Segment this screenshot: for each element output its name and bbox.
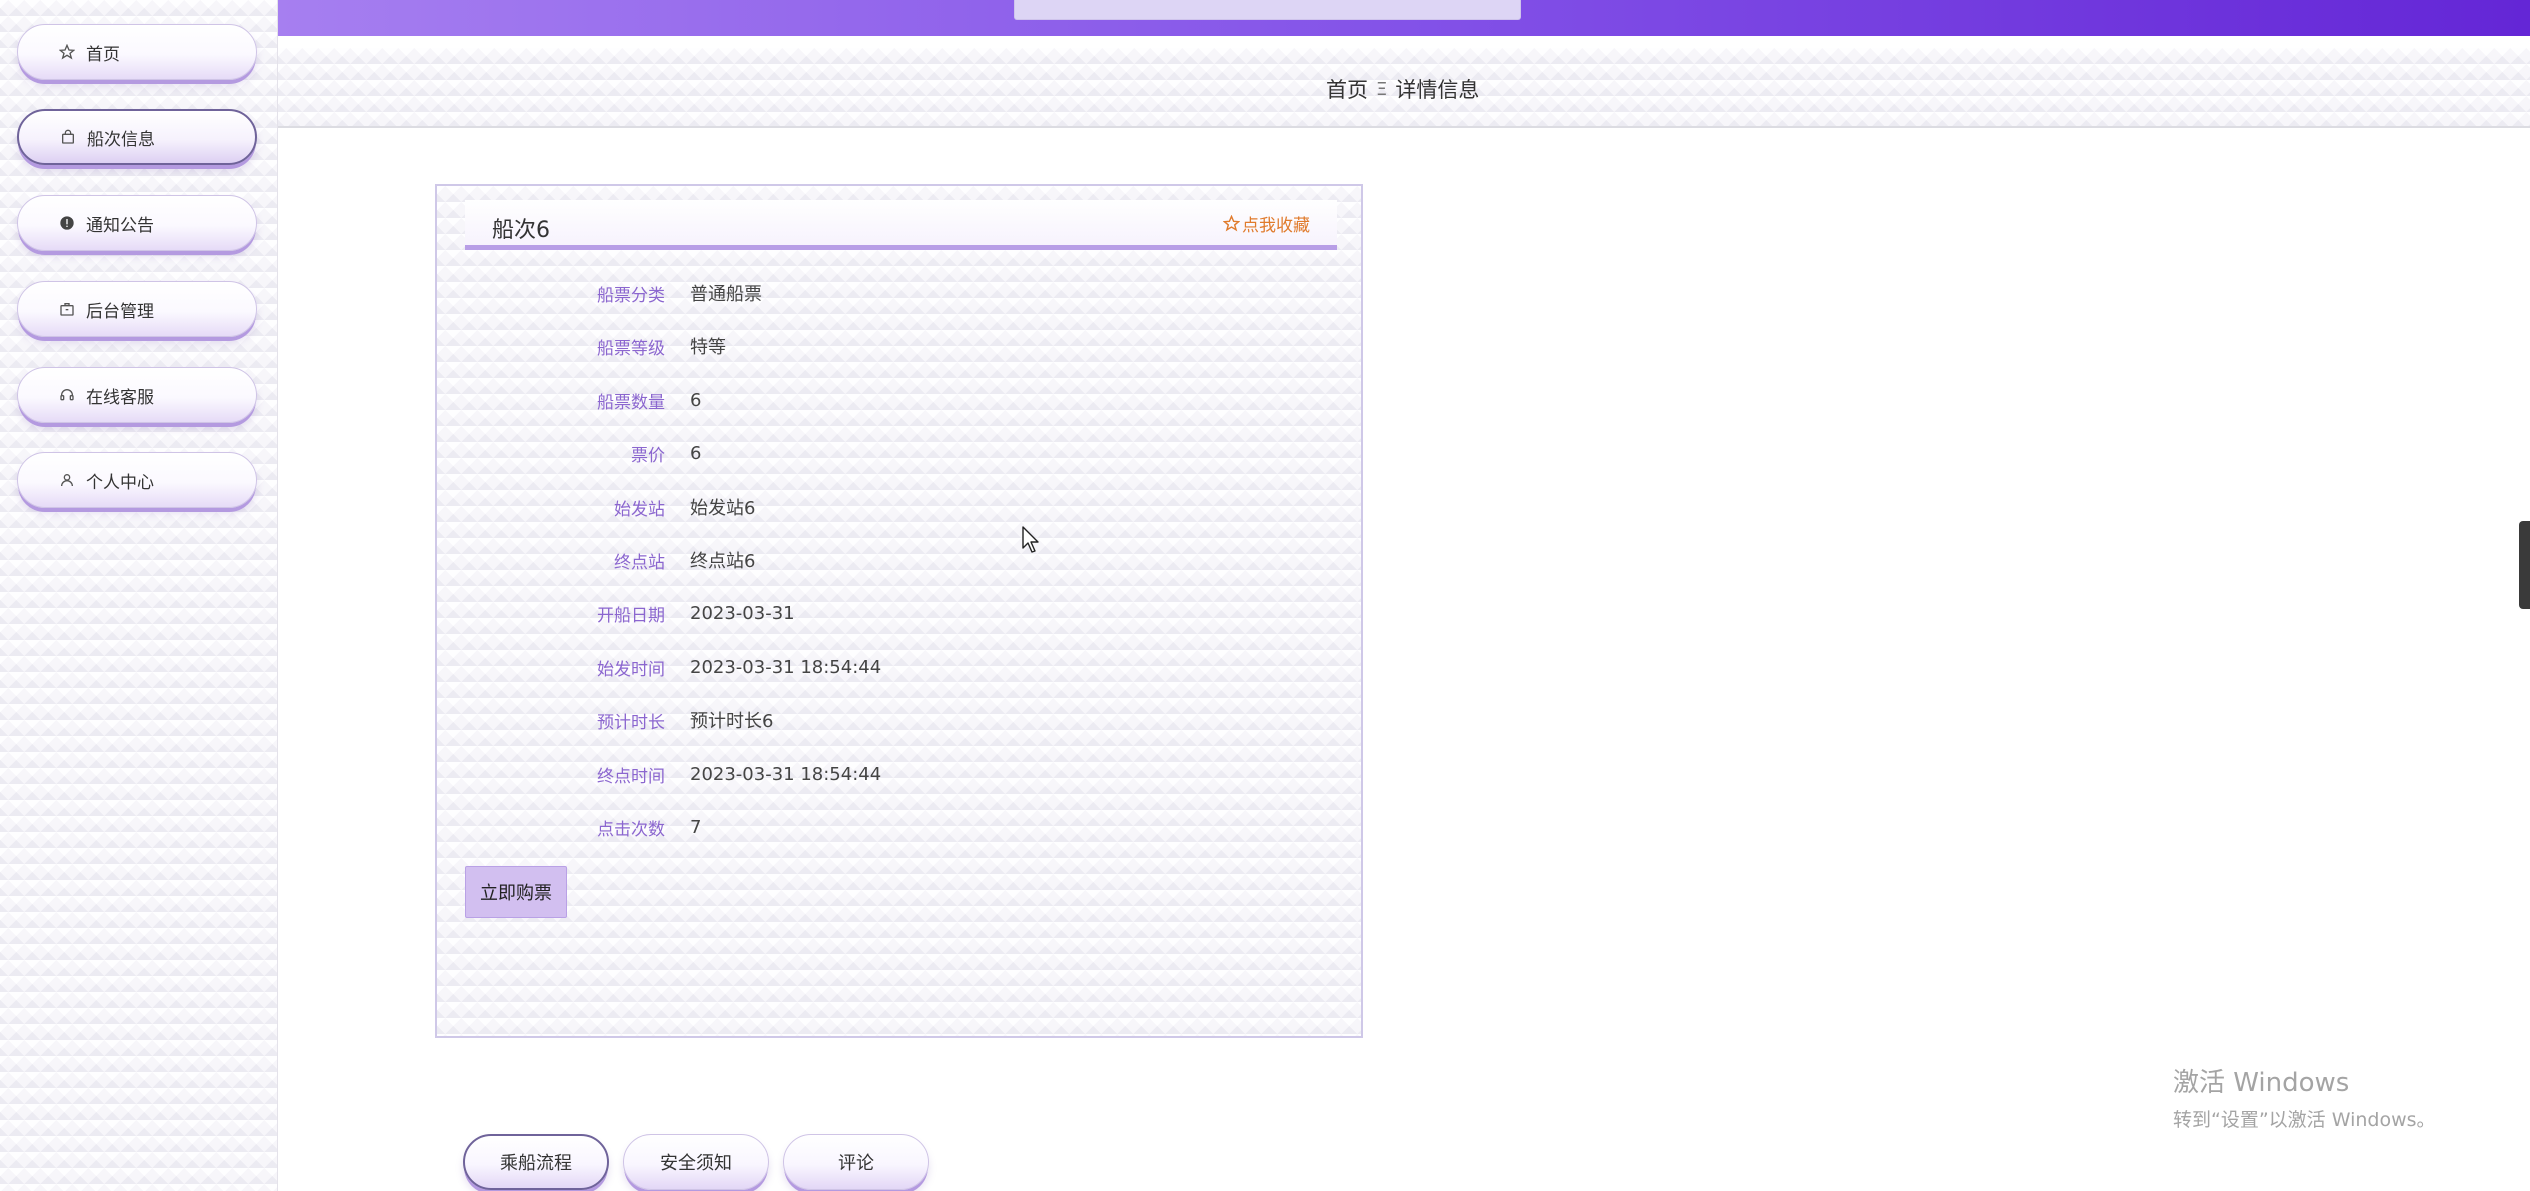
field-row: 船票分类 普通船票 bbox=[437, 278, 1337, 308]
field-value: 6 bbox=[690, 389, 702, 411]
field-value: 终点站6 bbox=[690, 551, 756, 572]
field-value: 7 bbox=[690, 816, 702, 838]
field-label: 始发时间 bbox=[597, 659, 665, 680]
field-value: 预计时长6 bbox=[690, 711, 774, 732]
watermark-line1: 激活 Windows bbox=[2173, 1068, 2350, 1098]
breadcrumb-separator-icon: Ξ bbox=[1376, 78, 1388, 100]
field-row: 始发时间 2023-03-31 18:54:44 bbox=[437, 652, 1337, 682]
sidebar-item-support[interactable]: 在线客服 bbox=[17, 367, 257, 423]
detail-card: 船次6 点我收藏 船票分类 普通船票 船票等级 特等 船票数量 6 票价 6 始… bbox=[435, 184, 1363, 1038]
sidebar: 首页 船次信息 通知公告 后台管理 在线客服 个人中心 bbox=[0, 0, 278, 1191]
field-value: 2023-03-31 18:54:44 bbox=[690, 656, 882, 678]
field-label: 船票数量 bbox=[597, 392, 665, 413]
breadcrumb: 首页 Ξ 详情信息 bbox=[1326, 74, 1479, 104]
breadcrumb-home[interactable]: 首页 bbox=[1326, 74, 1368, 104]
sidebar-item-voyages[interactable]: 船次信息 bbox=[17, 109, 257, 165]
tab-boarding-process[interactable]: 乘船流程 bbox=[463, 1134, 609, 1190]
side-scroll-handle[interactable] bbox=[2519, 521, 2530, 609]
bag-icon bbox=[59, 128, 77, 146]
field-row: 船票等级 特等 bbox=[437, 331, 1337, 361]
field-value: 始发站6 bbox=[690, 498, 756, 519]
card-title: 船次6 bbox=[492, 218, 550, 243]
field-label: 开船日期 bbox=[597, 605, 665, 626]
sidebar-item-label: 首页 bbox=[86, 44, 120, 65]
alert-circle-icon bbox=[58, 214, 76, 232]
sidebar-item-label: 通知公告 bbox=[86, 215, 154, 236]
field-row: 预计时长 预计时长6 bbox=[437, 705, 1337, 735]
tab-safety-notice[interactable]: 安全须知 bbox=[623, 1134, 769, 1190]
field-label: 终点站 bbox=[614, 552, 665, 573]
field-value: 2023-03-31 bbox=[690, 602, 795, 624]
field-label: 始发站 bbox=[614, 499, 665, 520]
field-label: 船票分类 bbox=[597, 285, 665, 306]
field-value: 2023-03-31 18:54:44 bbox=[690, 763, 882, 785]
mouse-cursor-icon bbox=[1022, 526, 1039, 553]
field-row: 票价 6 bbox=[437, 438, 1337, 468]
sidebar-item-admin[interactable]: 后台管理 bbox=[17, 281, 257, 337]
star-icon bbox=[58, 43, 76, 61]
field-value: 特等 bbox=[690, 337, 726, 358]
headset-icon bbox=[58, 386, 76, 404]
sidebar-item-label: 后台管理 bbox=[86, 301, 154, 322]
field-value: 普通船票 bbox=[690, 284, 762, 305]
field-label: 票价 bbox=[631, 445, 665, 466]
sidebar-item-label: 个人中心 bbox=[86, 472, 154, 493]
sidebar-item-notices[interactable]: 通知公告 bbox=[17, 195, 257, 251]
user-icon bbox=[58, 471, 76, 489]
field-label: 预计时长 bbox=[597, 712, 665, 733]
breadcrumb-bar: 首页 Ξ 详情信息 bbox=[278, 48, 2530, 128]
favorite-button[interactable]: 点我收藏 bbox=[1223, 211, 1310, 236]
field-row: 点击次数 7 bbox=[437, 812, 1337, 842]
card-header: 船次6 点我收藏 bbox=[465, 200, 1337, 250]
field-row: 始发站 始发站6 bbox=[437, 492, 1337, 522]
field-row: 开船日期 2023-03-31 bbox=[437, 598, 1337, 628]
briefcase-icon bbox=[58, 300, 76, 318]
sidebar-item-home[interactable]: 首页 bbox=[17, 24, 257, 80]
field-label: 点击次数 bbox=[597, 819, 665, 840]
sidebar-item-label: 船次信息 bbox=[87, 129, 155, 150]
field-label: 终点时间 bbox=[597, 766, 665, 787]
watermark-line2: 转到“设置”以激活 Windows。 bbox=[2173, 1109, 2436, 1131]
field-row: 终点站 终点站6 bbox=[437, 545, 1337, 575]
sidebar-item-label: 在线客服 bbox=[86, 387, 154, 408]
buy-ticket-button[interactable]: 立即购票 bbox=[465, 866, 567, 918]
field-label: 船票等级 bbox=[597, 338, 665, 359]
breadcrumb-current: 详情信息 bbox=[1395, 78, 1480, 102]
top-bar bbox=[278, 0, 2530, 36]
tab-comments[interactable]: 评论 bbox=[783, 1134, 929, 1190]
field-value: 6 bbox=[690, 442, 702, 464]
favorite-label: 点我收藏 bbox=[1242, 216, 1310, 236]
field-row: 终点时间 2023-03-31 18:54:44 bbox=[437, 759, 1337, 789]
top-search-box[interactable] bbox=[1014, 0, 1521, 20]
star-outline-icon bbox=[1223, 215, 1240, 232]
field-row: 船票数量 6 bbox=[437, 385, 1337, 415]
windows-activation-watermark: 激活 Windows 转到“设置”以激活 Windows。 bbox=[2173, 1062, 2436, 1132]
sidebar-item-profile[interactable]: 个人中心 bbox=[17, 452, 257, 508]
